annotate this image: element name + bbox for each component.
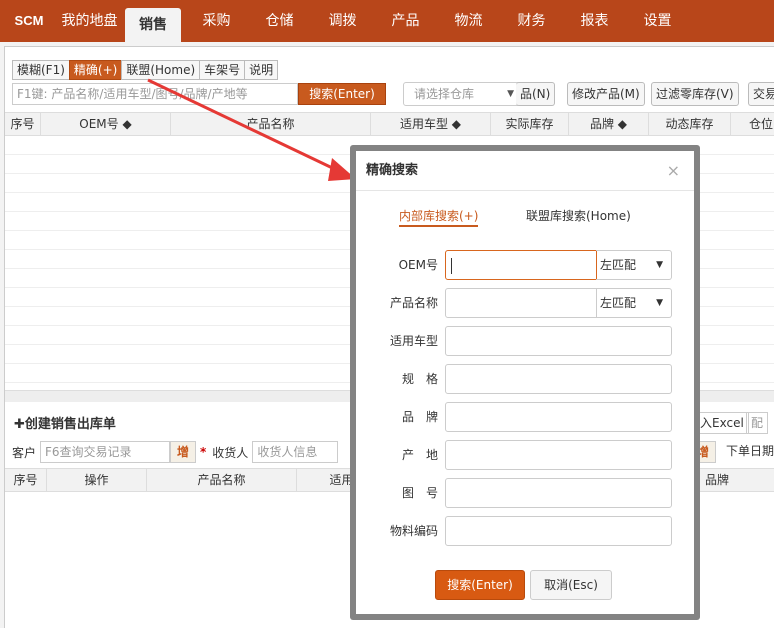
col-product-name[interactable]: 产品名称 [171, 113, 371, 135]
spec-input[interactable] [445, 364, 672, 394]
mode-tab-fuzzy[interactable]: 模糊(F1) [12, 60, 70, 80]
drawing-no-label: 图 号 [401, 486, 438, 500]
dialog-tabs: 内部库搜索(+) 联盟库搜索(Home) [356, 207, 694, 229]
field-row-vehicle: 适用车型 [356, 326, 694, 356]
nav-tab-logistics[interactable]: 物流 [437, 0, 500, 42]
field-row-material-code: 物料编码 [356, 516, 694, 546]
brand-label: 品 牌 [401, 410, 438, 424]
col-vehicle[interactable]: 适用车型 ◆ [371, 113, 491, 135]
order-col-action: 操作 [47, 469, 147, 491]
mode-tab-vin[interactable]: 车架号 [199, 60, 246, 80]
nav-tab-sales[interactable]: 销售 [125, 8, 181, 42]
sales-order-form-row: 客户 F6查询交易记录 增 * 收货人 收货人信息 [12, 441, 339, 463]
exact-search-dialog: 精确搜索 × 内部库搜索(+) 联盟库搜索(Home) OEM号 左匹配 ▼ 产… [350, 145, 700, 620]
col-location[interactable]: 仓位 [731, 113, 774, 135]
field-row-origin: 产 地 [356, 440, 694, 470]
product-name-label: 产品名称 [389, 296, 438, 310]
vehicle-input[interactable] [445, 326, 672, 356]
nav-tab-finance[interactable]: 财务 [500, 0, 563, 42]
brand-logo: SCM [14, 13, 44, 28]
vehicle-label: 适用车型 [389, 334, 438, 348]
chevron-down-icon: ▼ [656, 260, 663, 270]
dialog-title: 精确搜索 [366, 163, 419, 178]
oem-label: OEM号 [398, 258, 438, 272]
field-row-oem: OEM号 左匹配 ▼ [356, 250, 694, 280]
dialog-cancel-button[interactable]: 取消(Esc) [530, 570, 612, 600]
oem-match-value: 左匹配 [600, 258, 637, 272]
search-button[interactable]: 搜索(Enter) [298, 83, 386, 105]
required-marker: * [200, 445, 207, 459]
drawing-no-input[interactable] [445, 478, 672, 508]
warehouse-select[interactable]: 请选择仓库 ▼ [403, 82, 521, 106]
origin-label: 产 地 [401, 448, 438, 462]
top-nav: SCM 我的地盘 销售 采购 仓储 调拨 产品 物流 财务 报表 设置 [0, 0, 774, 42]
field-row-brand: 品 牌 [356, 402, 694, 432]
nav-tab-dashboard[interactable]: 我的地盘 [58, 0, 121, 42]
tab-alliance-search[interactable]: 联盟库搜索(Home) [526, 207, 631, 227]
add-customer-button[interactable]: 增 [170, 441, 197, 463]
receiver-input[interactable]: 收货人信息 [252, 441, 339, 463]
mode-tab-alliance[interactable]: 联盟(Home) [121, 60, 201, 80]
search-row: F1键: 产品名称/适用车型/图号/品牌/产地等 搜索(Enter) [12, 83, 386, 105]
order-col-product-name: 产品名称 [147, 469, 297, 491]
trade-button[interactable]: 交易 [748, 82, 774, 106]
nav-tab-purchase[interactable]: 采购 [185, 0, 248, 42]
oem-match-select[interactable]: 左匹配 ▼ [596, 250, 672, 280]
chevron-down-icon: ▼ [507, 89, 514, 99]
tab-internal-search[interactable]: 内部库搜索(+) [399, 207, 479, 227]
receiver-label: 收货人 [212, 445, 249, 460]
product-name-match-select[interactable]: 左匹配 ▼ [596, 288, 672, 318]
oem-input[interactable] [445, 250, 597, 280]
customer-input[interactable]: F6查询交易记录 [40, 441, 171, 463]
material-code-label: 物料编码 [389, 524, 438, 538]
text-caret [451, 258, 452, 274]
import-excel-button[interactable]: 入Excel [696, 412, 749, 434]
dialog-search-button[interactable]: 搜索(Enter) [435, 570, 525, 600]
close-icon[interactable]: × [667, 151, 680, 191]
col-oem[interactable]: OEM号 ◆ [41, 113, 171, 135]
product-name-match-value: 左匹配 [600, 296, 637, 310]
toolbar-partial-button[interactable]: 品(N) [516, 82, 556, 106]
search-mode-tabs: 模糊(F1) 精确(+) 联盟(Home) 车架号 说明 [12, 60, 279, 80]
field-row-drawing-no: 图 号 [356, 478, 694, 508]
dialog-header: 精确搜索 × [356, 151, 694, 191]
col-dynamic-stock[interactable]: 动态库存 [649, 113, 731, 135]
edit-product-button[interactable]: 修改产品(M) [567, 82, 645, 106]
customer-label: 客户 [12, 445, 37, 460]
product-grid-header: 序号 OEM号 ◆ 产品名称 适用车型 ◆ 实际库存 品牌 ◆ 动态库存 仓位 [5, 112, 774, 136]
nav-tab-products[interactable]: 产品 [374, 0, 437, 42]
config-button[interactable]: 配 [746, 412, 769, 434]
order-col-index: 序号 [5, 469, 47, 491]
mode-tab-help[interactable]: 说明 [244, 60, 279, 80]
material-code-input[interactable] [445, 516, 672, 546]
filter-zero-stock-button[interactable]: 过滤零库存(V) [651, 82, 739, 106]
sales-order-title: ✚创建销售出库单 [14, 417, 116, 432]
col-index: 序号 [5, 113, 41, 135]
brand-input[interactable] [445, 402, 672, 432]
warehouse-select-placeholder: 请选择仓库 [414, 87, 475, 101]
order-col-brand: 品牌 [704, 473, 729, 487]
field-row-product-name: 产品名称 左匹配 ▼ [356, 288, 694, 318]
order-date-label: 下单日期 [726, 444, 774, 458]
product-name-input[interactable] [445, 288, 597, 318]
col-brand[interactable]: 品牌 ◆ [569, 113, 649, 135]
chevron-down-icon: ▼ [656, 298, 663, 308]
nav-tab-reports[interactable]: 报表 [563, 0, 626, 42]
nav-tab-settings[interactable]: 设置 [626, 0, 689, 42]
mode-tab-exact[interactable]: 精确(+) [68, 60, 123, 80]
col-actual-stock[interactable]: 实际库存 [491, 113, 569, 135]
nav-tab-transfer[interactable]: 调拨 [311, 0, 374, 42]
product-search-input[interactable]: F1键: 产品名称/适用车型/图号/品牌/产地等 [12, 83, 298, 105]
field-row-spec: 规 格 [356, 364, 694, 394]
spec-label: 规 格 [401, 372, 438, 386]
nav-tab-storage[interactable]: 仓储 [248, 0, 311, 42]
origin-input[interactable] [445, 440, 672, 470]
